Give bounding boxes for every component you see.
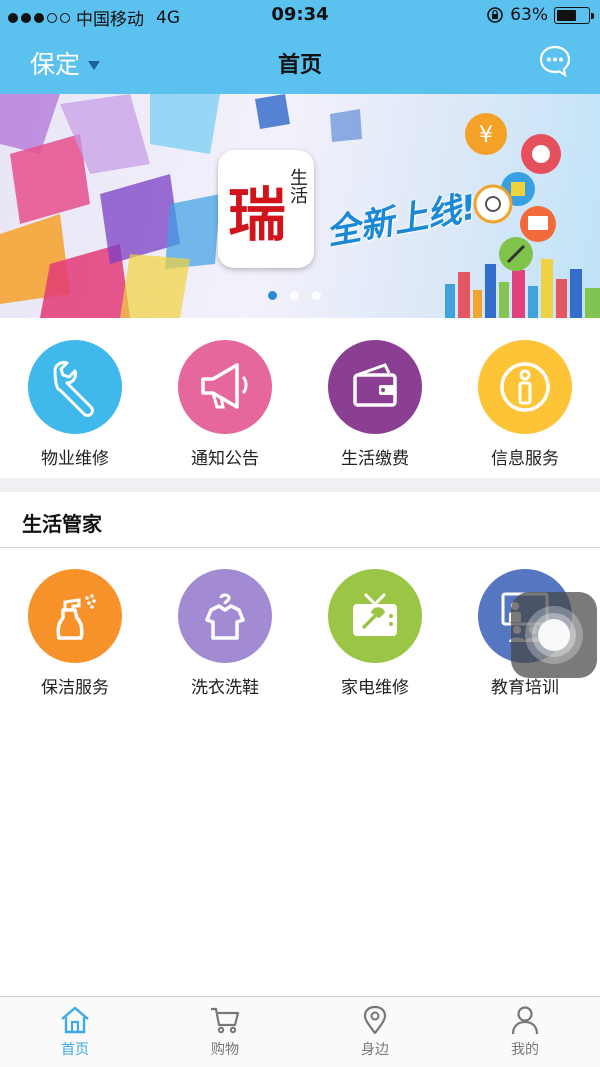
- spray-bottle-icon: [28, 569, 122, 663]
- wallet-icon: [328, 340, 422, 434]
- service-label: 生活缴费: [341, 449, 409, 469]
- service-notice[interactable]: 通知公告: [150, 340, 300, 469]
- tab-bar: 首页 购物 身边 我的: [0, 996, 600, 1067]
- service-grid: 物业维修 通知公告 生活缴费 信息服务: [0, 340, 600, 469]
- pager-dot[interactable]: [268, 291, 277, 300]
- cart-icon: [211, 1007, 240, 1034]
- service-laundry[interactable]: 洗衣洗鞋: [150, 569, 300, 698]
- section-title: 生活管家: [22, 512, 102, 536]
- page-title: 首页: [277, 53, 322, 78]
- chat-bubble-icon[interactable]: [538, 44, 572, 78]
- service-label: 信息服务: [491, 449, 559, 469]
- promo-banner[interactable]: ¥ 瑞 生活 全新上线!: [0, 94, 600, 318]
- service-label: 家电维修: [341, 678, 409, 698]
- app-logo: 瑞 生活: [218, 150, 314, 268]
- assistive-touch-button[interactable]: [511, 592, 597, 678]
- divider-line: [0, 547, 600, 548]
- tab-label: 身边: [361, 1042, 389, 1058]
- banner-pager[interactable]: [268, 291, 321, 300]
- pager-dot[interactable]: [290, 291, 299, 300]
- tab-label: 我的: [511, 1042, 539, 1058]
- battery-percent: 63%: [510, 5, 548, 25]
- housekeeper-grid: 保洁服务 洗衣洗鞋 家电维修 教育培训: [0, 569, 600, 698]
- service-label: 保洁服务: [41, 678, 109, 698]
- service-bill-payment[interactable]: 生活缴费: [300, 340, 450, 469]
- svg-text:¥: ¥: [479, 123, 493, 148]
- wrench-icon: [28, 340, 122, 434]
- nav-bar: 保定 首页: [0, 30, 600, 94]
- service-label: 通知公告: [191, 449, 259, 469]
- tab-home[interactable]: 首页: [0, 997, 150, 1067]
- info-icon: [478, 340, 572, 434]
- service-cleaning[interactable]: 保洁服务: [0, 569, 150, 698]
- pager-dot[interactable]: [312, 291, 321, 300]
- tab-label: 首页: [61, 1042, 89, 1058]
- tab-shopping[interactable]: 购物: [150, 997, 300, 1067]
- tab-mine[interactable]: 我的: [450, 997, 600, 1067]
- assistive-touch-ring-icon: [525, 606, 583, 664]
- user-icon: [511, 1006, 539, 1035]
- home-icon: [61, 1006, 89, 1034]
- rotation-lock-icon: [487, 7, 504, 23]
- service-label: 洗衣洗鞋: [191, 678, 259, 698]
- service-property-repair[interactable]: 物业维修: [0, 340, 150, 469]
- battery-icon: [554, 6, 594, 24]
- tab-nearby[interactable]: 身边: [300, 997, 450, 1067]
- status-bar: 中国移动 4G 09:34 63%: [0, 0, 600, 30]
- logo-side-text: 生活: [287, 168, 308, 204]
- tab-label: 购物: [211, 1042, 239, 1058]
- tv-repair-icon: [328, 569, 422, 663]
- service-label: 物业维修: [41, 449, 109, 469]
- location-pin-icon: [363, 1005, 387, 1035]
- megaphone-icon: [178, 340, 272, 434]
- logo-main-char: 瑞: [228, 181, 287, 249]
- shirt-hanger-icon: [178, 569, 272, 663]
- service-info[interactable]: 信息服务: [450, 340, 600, 469]
- service-appliance-repair[interactable]: 家电维修: [300, 569, 450, 698]
- section-divider: [0, 478, 600, 492]
